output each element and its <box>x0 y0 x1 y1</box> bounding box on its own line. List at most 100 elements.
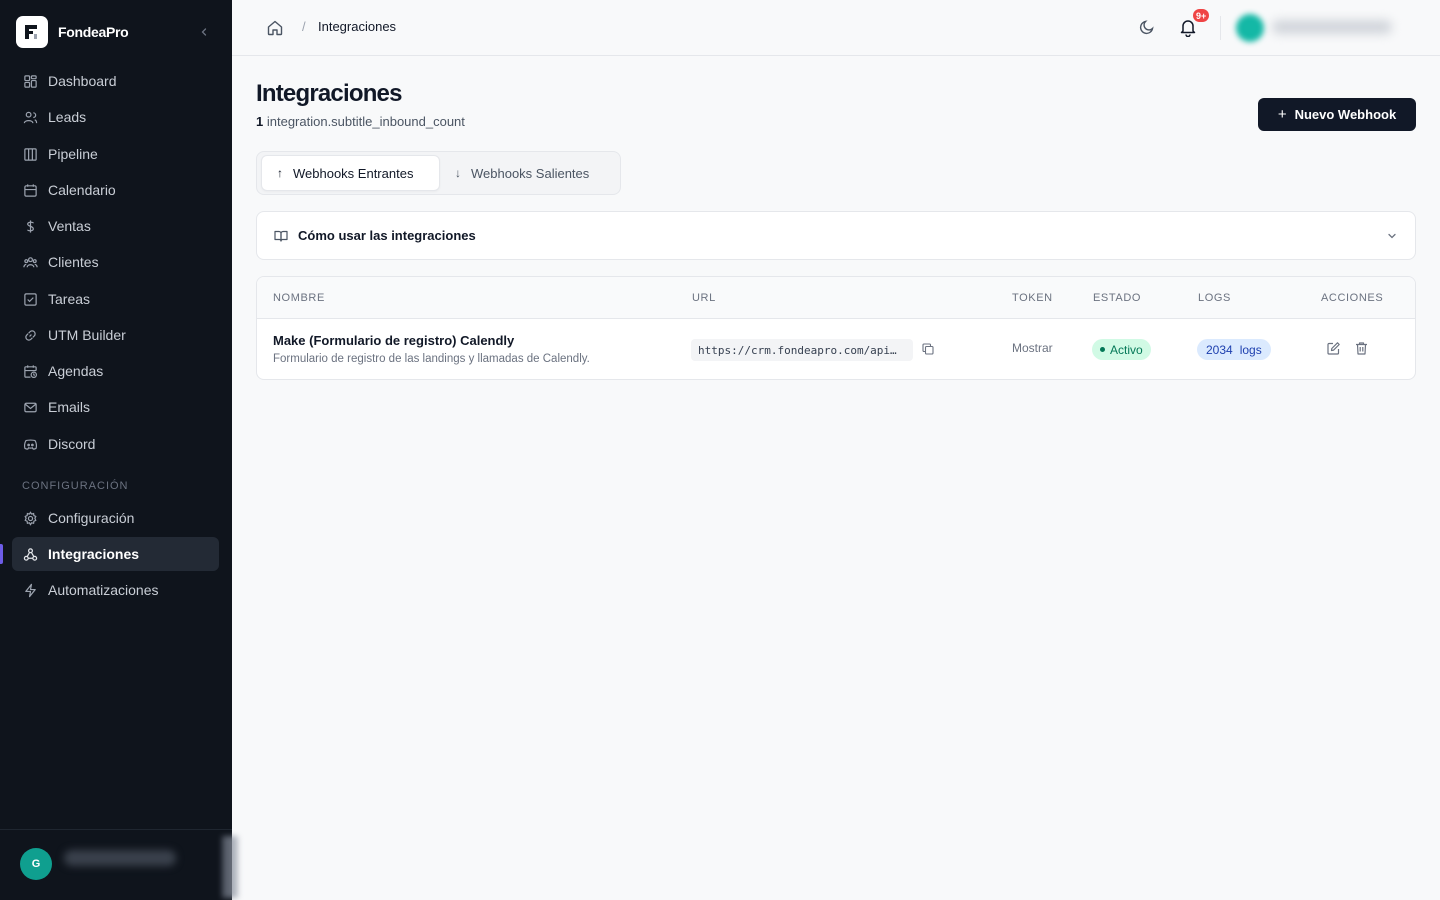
webhooks-table: NOMBRE URL TOKEN ESTADO LOGS ACCIONES Ma… <box>256 276 1416 380</box>
tab-webhooks-salientes[interactable]: ↓ Webhooks Salientes <box>447 155 617 191</box>
webhook-description: Formulario de registro de las landings y… <box>273 353 590 365</box>
sidebar-item-label: Tareas <box>48 291 91 307</box>
topbar: / Integraciones 9+ <box>232 0 1440 56</box>
calendar-icon <box>22 182 38 198</box>
webhook-tabs: ↑ Webhooks Entrantes ↓ Webhooks Saliente… <box>256 151 621 195</box>
bolt-icon <box>22 582 38 598</box>
chevron-down-icon <box>1388 233 1396 239</box>
subtitle-text: integration.subtitle_inbound_count <box>266 114 465 129</box>
copy-icon[interactable] <box>921 342 935 356</box>
tab-webhooks-entrantes[interactable]: ↑ Webhooks Entrantes <box>261 155 440 191</box>
link-icon <box>22 327 38 343</box>
discord-icon <box>22 436 38 452</box>
new-webhook-label: Nuevo Webhook <box>1294 107 1397 122</box>
how-to-accordion[interactable]: Cómo usar las integraciones <box>256 211 1416 260</box>
logs-label: logs <box>1239 342 1262 357</box>
moon-icon[interactable] <box>1138 18 1156 36</box>
calendar-clock-icon <box>22 363 38 379</box>
dollar-icon <box>22 218 38 234</box>
brand-name: FondeaPro <box>58 24 129 40</box>
logs-badge[interactable]: 2034 logs <box>1197 339 1271 360</box>
sidebar-item-label: Integraciones <box>48 546 140 562</box>
sidebar-item-leads[interactable]: Leads <box>12 100 219 134</box>
home-icon[interactable] <box>266 19 284 37</box>
sidebar-item-label: Pipeline <box>48 146 98 162</box>
page-title: Integraciones <box>256 80 402 107</box>
sidebar-item-label: UTM Builder <box>48 327 126 343</box>
checklist-icon <box>22 291 38 307</box>
logs-count: 2034 <box>1206 342 1233 357</box>
topbar-divider <box>1220 16 1221 40</box>
book-open-icon <box>274 230 288 242</box>
sidebar-item-integraciones[interactable]: Integraciones <box>12 537 219 571</box>
status-badge: Activo <box>1092 339 1151 360</box>
header-estado: ESTADO <box>1093 292 1142 304</box>
breadcrumb-separator: / <box>302 19 306 34</box>
header-logs: LOGS <box>1198 292 1231 304</box>
sidebar-item-label: Emails <box>48 399 91 415</box>
status-label: Activo <box>1110 342 1143 357</box>
sidebar-item-calendario[interactable]: Calendario <box>12 173 219 207</box>
accordion-label: Cómo usar las integraciones <box>298 228 476 243</box>
sidebar-item-label: Calendario <box>48 182 116 198</box>
table-header: NOMBRE URL TOKEN ESTADO LOGS ACCIONES <box>257 277 1415 319</box>
notification-badge: 9+ <box>1192 8 1211 23</box>
sidebar-item-label: Automatizaciones <box>48 582 159 598</box>
brand[interactable]: FondeaPro <box>16 16 216 48</box>
sidebar-item-label: Clientes <box>48 254 99 270</box>
sidebar-item-label: Ventas <box>48 218 91 234</box>
show-token-link[interactable]: Mostrar <box>1012 341 1053 355</box>
user-avatar[interactable]: G <box>20 848 52 880</box>
sidebar-item-dashboard[interactable]: Dashboard <box>12 64 219 98</box>
sidebar-item-utm-builder[interactable]: UTM Builder <box>12 318 219 352</box>
new-webhook-button[interactable]: + Nuevo Webhook <box>1258 98 1416 131</box>
header-acciones: ACCIONES <box>1321 292 1384 304</box>
sidebar-item-label: Leads <box>48 109 87 125</box>
sidebar-item-label: Discord <box>48 436 96 452</box>
sidebar-item-pipeline[interactable]: Pipeline <box>12 137 219 171</box>
webhook-name: Make (Formulario de registro) Calendly <box>273 333 515 348</box>
sidebar-item-emails[interactable]: Emails <box>12 390 219 424</box>
header-url: URL <box>692 292 716 304</box>
breadcrumb-current: Integraciones <box>318 19 397 34</box>
arrow-down-icon: ↓ <box>455 166 461 180</box>
page-subtitle: 1 integration.subtitle_inbound_count <box>256 114 465 129</box>
sidebar-item-configuracion[interactable]: Configuración <box>12 501 219 535</box>
status-dot <box>1100 347 1105 352</box>
sidebar-item-label: Dashboard <box>48 73 117 89</box>
arrow-up-icon: ↑ <box>277 166 283 180</box>
sidebar-item-clientes[interactable]: Clientes <box>12 245 219 279</box>
collapse-sidebar-button[interactable] <box>196 24 212 40</box>
active-indicator <box>0 544 3 564</box>
webhook-url: https://crm.fondeapro.com/api… <box>691 339 913 361</box>
sidebar-item-automatizaciones[interactable]: Automatizaciones <box>12 573 219 607</box>
sidebar-item-discord[interactable]: Discord <box>12 427 219 461</box>
sidebar-item-tareas[interactable]: Tareas <box>12 282 219 316</box>
plus-icon: + <box>1277 106 1287 123</box>
brand-logo-icon <box>16 16 48 48</box>
topbar-user-name-redacted <box>1272 20 1392 34</box>
mail-icon <box>22 399 38 415</box>
sidebar-item-label: Agendas <box>48 363 104 379</box>
chevron-left-icon <box>201 28 207 36</box>
tab-label: Webhooks Salientes <box>471 165 590 181</box>
columns-icon <box>22 146 38 162</box>
sidebar-item-agendas[interactable]: Agendas <box>12 354 219 388</box>
config-section-label: CONFIGURACIÓN <box>22 480 129 492</box>
webhook-icon <box>22 546 38 562</box>
topbar-user-avatar[interactable] <box>1236 14 1264 42</box>
user-name-redacted <box>64 850 176 866</box>
trash-icon[interactable] <box>1354 341 1369 356</box>
people-icon <box>22 254 38 270</box>
sidebar: FondeaPro Dashboard Leads Pipeline Calen… <box>0 0 238 900</box>
header-token: TOKEN <box>1012 292 1053 304</box>
header-nombre: NOMBRE <box>273 292 325 304</box>
tab-label: Webhooks Entrantes <box>293 165 414 181</box>
grid-icon <box>22 73 38 89</box>
gear-icon <box>22 510 38 526</box>
redacted-edge <box>222 836 238 898</box>
edit-icon[interactable] <box>1326 341 1341 356</box>
users-icon <box>22 109 38 125</box>
sidebar-item-label: Configuración <box>48 510 135 526</box>
sidebar-item-ventas[interactable]: Ventas <box>12 209 219 243</box>
